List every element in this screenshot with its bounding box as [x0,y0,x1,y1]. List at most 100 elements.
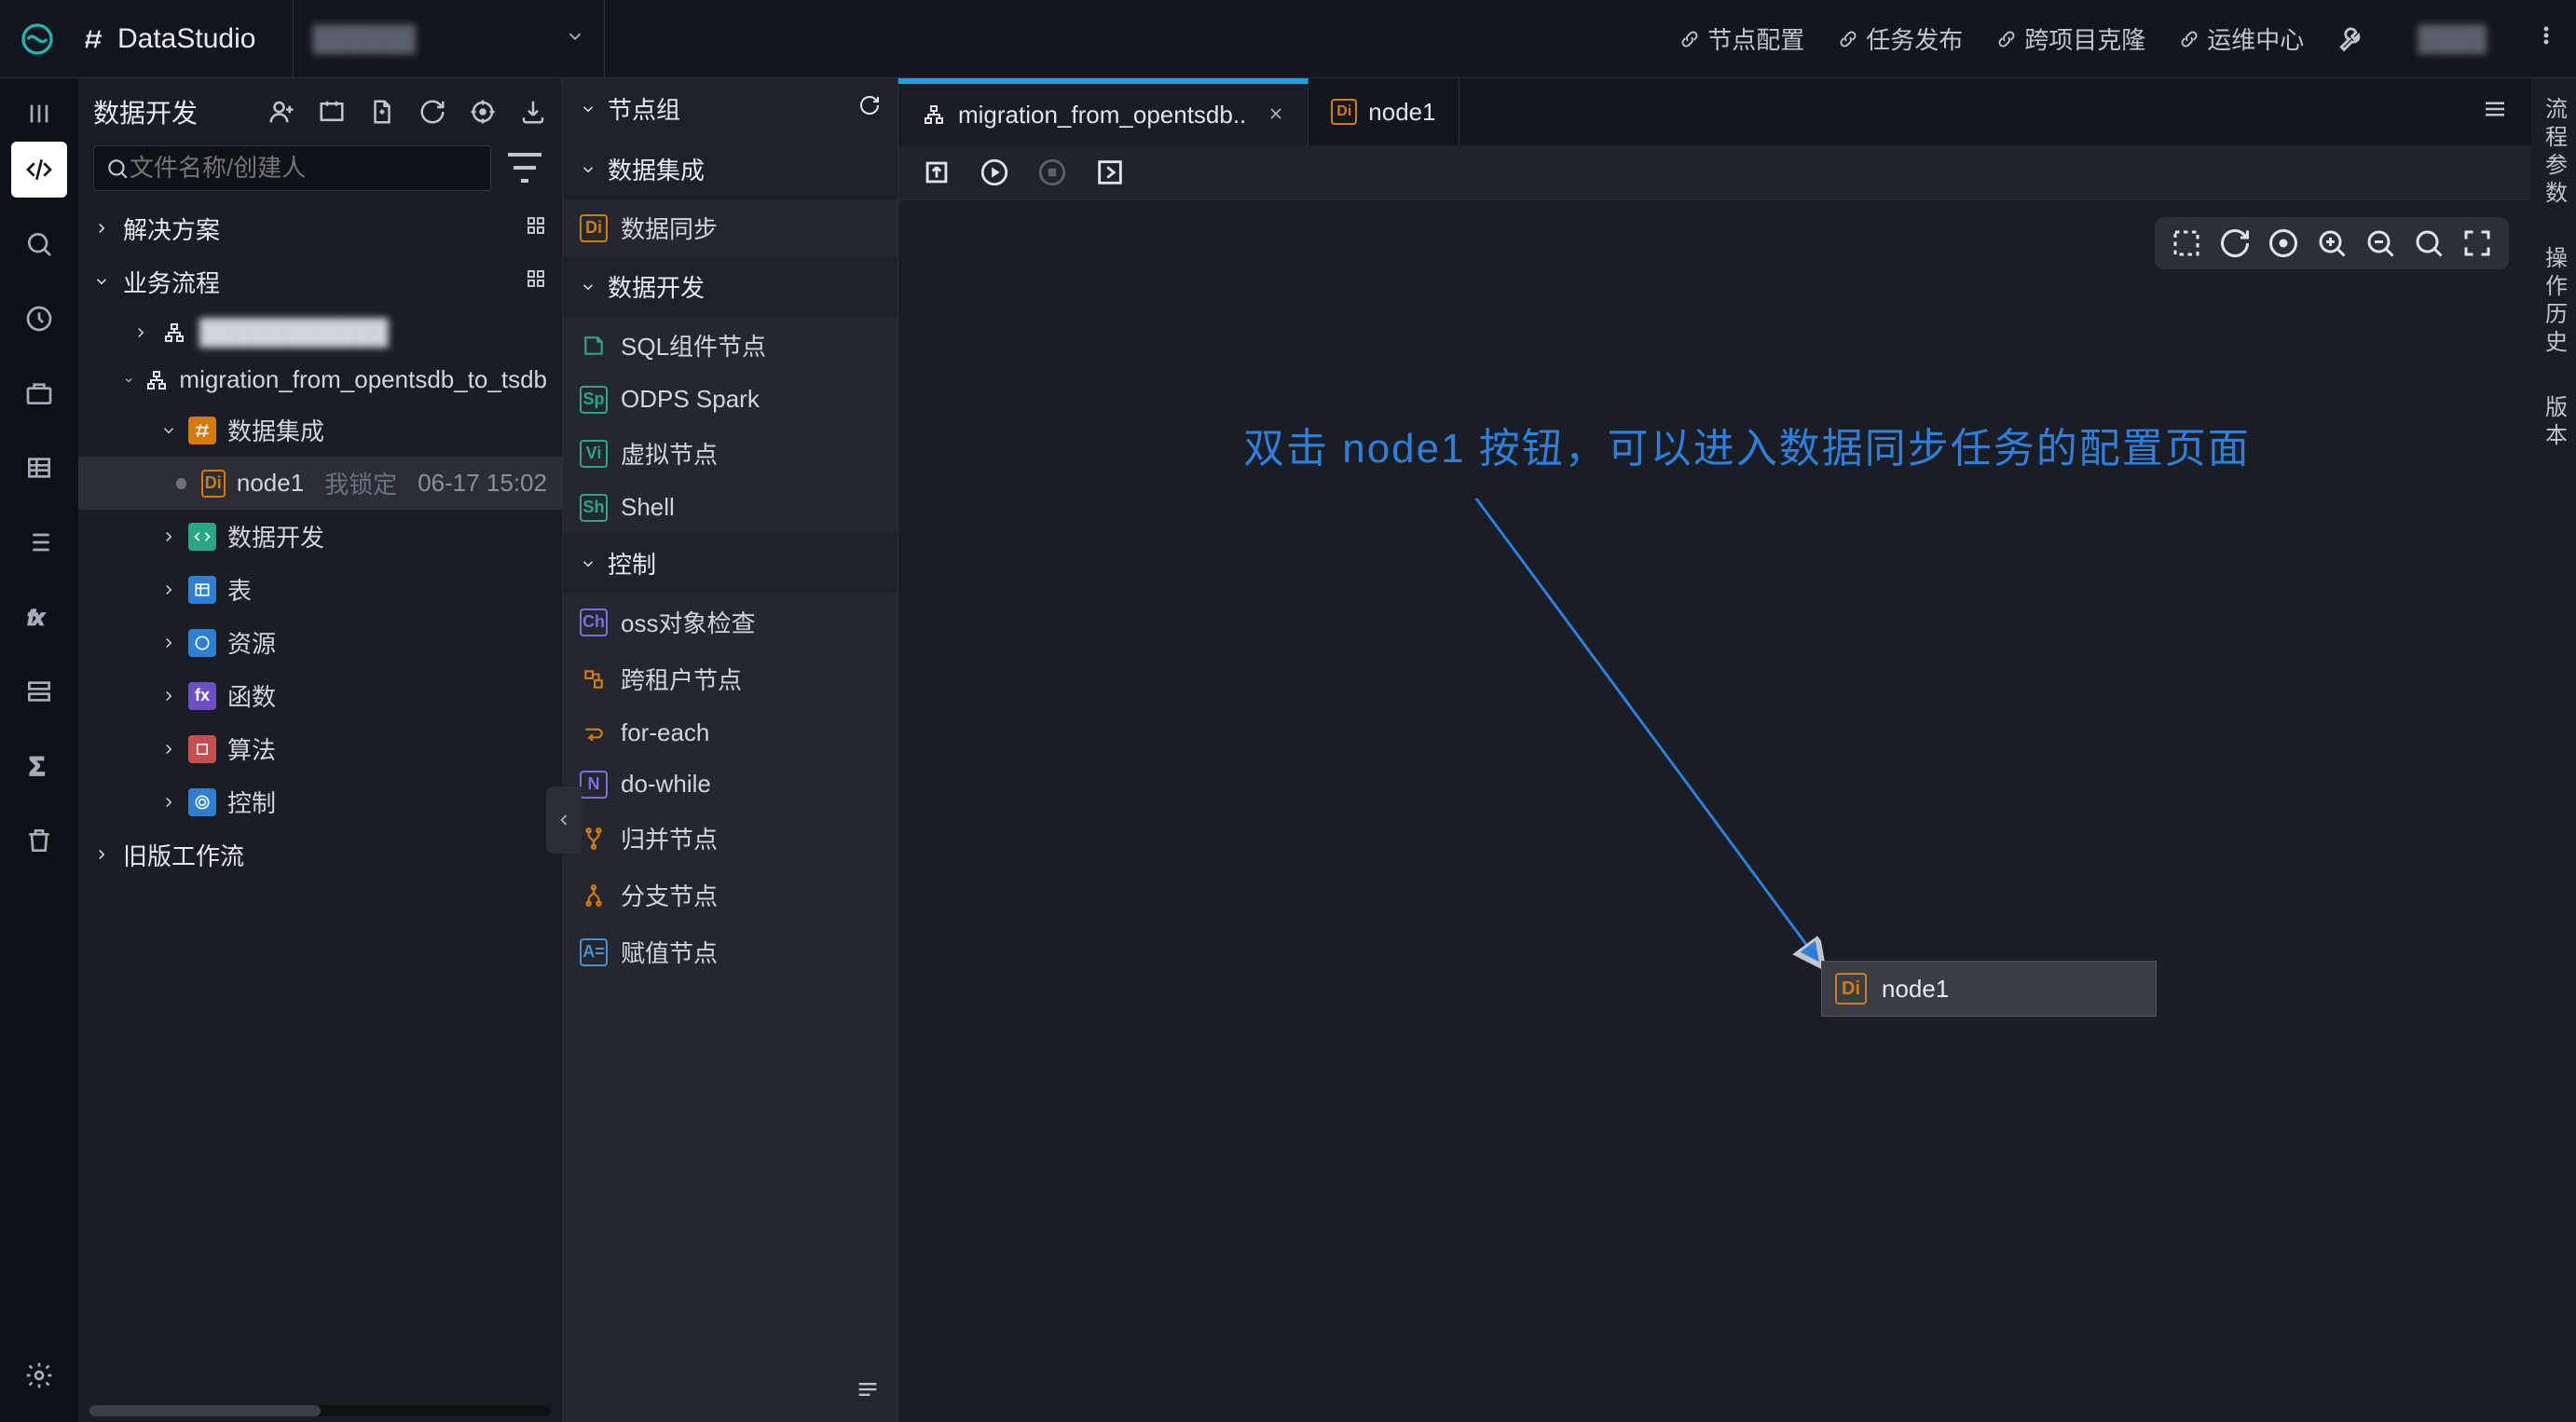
section-flows[interactable]: 业务流程 [78,255,562,308]
di-badge-icon: Di [1835,973,1867,1005]
palette-list-toggle-icon[interactable] [855,1376,881,1409]
activity-column-icon[interactable] [11,89,67,138]
palette-item-branch[interactable]: 分支节点 [563,867,897,923]
palette-item-assign[interactable]: A=赋值节点 [563,923,897,980]
tab-migration[interactable]: migration_from_opentsdb.. [898,78,1309,145]
project-name: ██████ [312,24,416,53]
kebab-menu-icon[interactable] [2535,24,2557,53]
palette-item-dowhile[interactable]: Ndo-while [563,759,897,810]
palette-item-spark[interactable]: SpODPS Spark [563,374,897,425]
refresh-icon[interactable] [418,98,446,126]
activity-sigma-icon[interactable]: Σ [11,738,67,794]
canvas-node-label: node1 [1882,975,1949,1004]
import-icon[interactable] [519,98,547,126]
zoom-out-icon[interactable] [2364,226,2397,260]
node-palette: 节点组 数据集成 Di数据同步 数据开发 SQL组件节点 SpODPS Spar… [563,78,898,1422]
palette-item-oss[interactable]: Choss对象检查 [563,594,897,650]
section-legacy[interactable]: 旧版工作流 [78,828,562,882]
palette-item-virtual[interactable]: Vi虚拟节点 [563,425,897,482]
right-rail-params[interactable]: 流程参数 [2538,97,2570,209]
palette-item-cross[interactable]: 跨租户节点 [563,650,897,707]
activity-code-icon[interactable] [11,142,67,198]
header-link-node-config[interactable]: 节点配置 [1679,21,1804,56]
activity-briefcase-icon[interactable] [11,365,67,421]
annotation-arrow [1458,480,1924,1002]
locate-icon[interactable] [469,98,497,126]
activity-search-icon[interactable] [11,216,67,272]
flow-item-migration[interactable]: migration_from_opentsdb_to_tsdb [78,356,562,403]
refresh-icon[interactable] [2218,226,2252,260]
file-search-input[interactable] [130,154,479,183]
canvas[interactable]: 双击 node1 按钮，可以进入数据同步任务的配置页面 Di node1 [898,200,2531,1422]
project-selector[interactable]: ██████ [293,0,605,77]
tabbar-menu-icon[interactable] [2459,95,2531,130]
activity-fx-icon[interactable]: fx [11,589,67,645]
file-search[interactable] [93,145,491,191]
horizontal-scrollbar[interactable] [89,1405,551,1416]
canvas-node-node1[interactable]: Di node1 [1821,961,2157,1017]
tab-node1[interactable]: Di node1 [1309,78,1459,145]
filter-icon[interactable] [502,145,547,190]
flow-item-node1[interactable]: Dinode1我锁定06-17 15:02 [78,457,562,510]
annotation-text: 双击 node1 按钮，可以进入数据同步任务的配置页面 [1243,415,2251,474]
grid-icon[interactable] [525,267,547,296]
palette-item-sync[interactable]: Di数据同步 [563,199,897,256]
palette-integration-header[interactable]: 数据集成 [563,139,897,199]
palette-item-sql[interactable]: SQL组件节点 [563,317,897,374]
wrench-icon[interactable] [2337,23,2369,55]
flow-item-algo[interactable]: 算法 [78,722,562,775]
chevron-down-icon [565,24,585,53]
refresh-icon[interactable] [858,94,881,123]
palette-item-foreach[interactable]: for-each [563,707,897,759]
activity-history-icon[interactable] [11,291,67,347]
palette-datadev-header[interactable]: 数据开发 [563,256,897,317]
palette-group-header[interactable]: 节点组 [563,78,897,139]
right-rail-history[interactable]: 操作历史 [2538,246,2570,358]
box-select-icon[interactable] [2170,226,2203,260]
palette-item-shell[interactable]: ShShell [563,482,897,533]
flow-item-datadev[interactable]: 数据开发 [78,510,562,563]
header-link-task-publish[interactable]: 任务发布 [1838,21,1963,56]
activity-settings-icon[interactable] [11,1347,67,1403]
flow-item-control[interactable]: 控制 [78,775,562,828]
flow-item-integration[interactable]: 数据集成 [78,403,562,457]
user-name: ████ [2403,24,2501,53]
activity-trash-icon[interactable] [11,813,67,868]
zoom-in-icon[interactable] [2315,226,2349,260]
file-panel: 数据开发 解决方案 业务流程 ███████████ [78,78,563,1422]
header-link-cross-project-clone[interactable]: 跨项目克隆 [1996,21,2145,56]
run-icon[interactable] [979,157,1010,188]
stop-icon [1036,157,1068,188]
tab-bar: migration_from_opentsdb.. Di node1 [898,78,2531,145]
activity-table-icon[interactable] [11,440,67,496]
zoom-fit-icon[interactable] [2267,226,2300,260]
folder-ops-icon[interactable] [318,98,346,126]
close-icon[interactable] [1267,101,1285,130]
new-file-icon[interactable] [368,98,396,126]
activity-server-icon[interactable] [11,663,67,719]
palette-collapse-handle[interactable] [546,786,582,854]
app-title-text: DataStudio [117,23,255,55]
activity-list-icon[interactable] [11,514,67,570]
submit-icon[interactable] [921,157,952,188]
fullscreen-icon[interactable] [2460,226,2494,260]
palette-item-merge[interactable]: 归并节点 [563,810,897,867]
flow-item-resource[interactable]: 资源 [78,616,562,669]
editor-area: migration_from_opentsdb.. Di node1 [898,78,2531,1422]
goto-ops-icon[interactable] [1094,157,1126,188]
svg-text:Σ: Σ [29,752,44,780]
user-add-icon[interactable] [267,98,295,126]
file-panel-title: 数据开发 [93,93,245,130]
flow-item-func[interactable]: fx函数 [78,669,562,722]
file-tree: ███████████ migration_from_opentsdb_to_t… [78,308,562,828]
section-solutions[interactable]: 解决方案 [78,202,562,255]
title-bar: DataStudio ██████ 节点配置 任务发布 跨项目克隆 运维中心 █… [0,0,2576,78]
search-canvas-icon[interactable] [2412,226,2446,260]
flow-item-blurred[interactable]: ███████████ [78,308,562,356]
grid-icon[interactable] [525,214,547,243]
header-link-ops-center[interactable]: 运维中心 [2179,21,2304,56]
flow-item-table[interactable]: 表 [78,563,562,616]
canvas-toolbox [2155,217,2509,269]
palette-control-header[interactable]: 控制 [563,533,897,594]
right-rail-version[interactable]: 版本 [2538,395,2570,451]
